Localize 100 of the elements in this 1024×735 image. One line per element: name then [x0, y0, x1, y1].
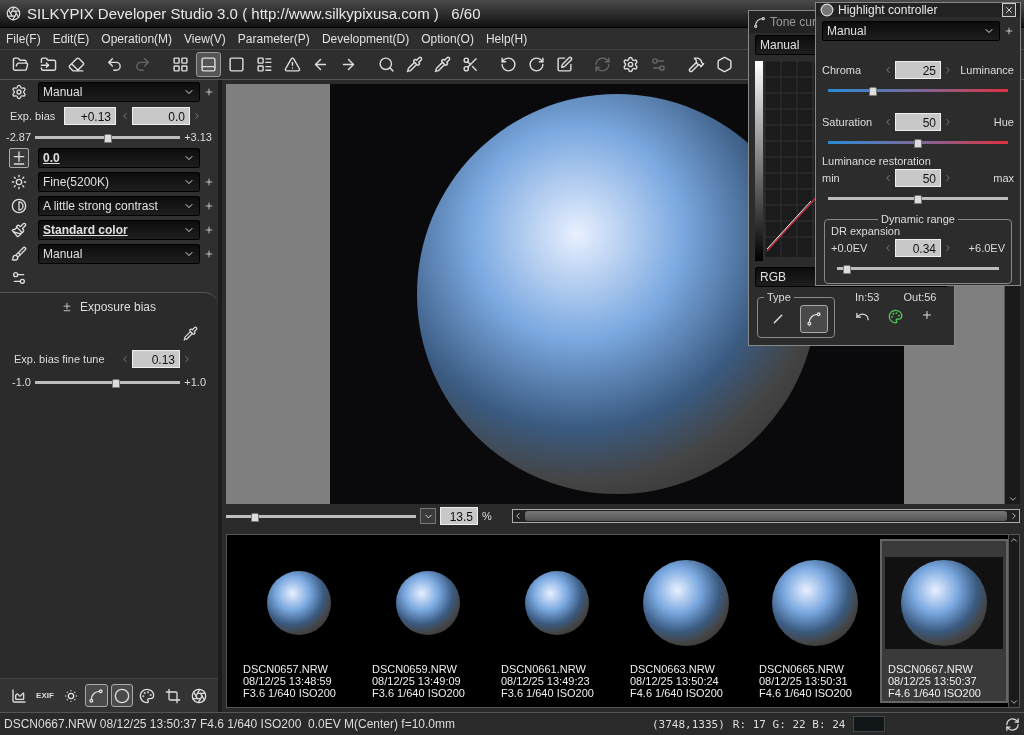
value-input[interactable]: 50: [895, 113, 941, 131]
refresh-icon[interactable]: [1005, 716, 1020, 732]
min-label: +0.0EV: [831, 242, 868, 254]
edit-icon: [556, 56, 573, 73]
plus-icon[interactable]: [204, 225, 214, 235]
left-chevron-icon[interactable]: [883, 173, 893, 183]
exposure-icon: [62, 300, 72, 314]
curve-button[interactable]: [800, 305, 828, 333]
dialog-title: Highlight controller: [838, 3, 938, 17]
plus-icon[interactable]: [204, 87, 214, 97]
exposure-text: F4.6 1/640 ISO200: [759, 687, 853, 699]
folder-icon: [12, 56, 29, 73]
plus-icon[interactable]: [204, 201, 214, 211]
fine-tune-input[interactable]: 0.13: [132, 350, 180, 368]
eyedropper-icon[interactable]: [183, 325, 198, 341]
scrollbar-thumb[interactable]: [524, 511, 1007, 521]
sphere-icon: [113, 687, 130, 704]
dialog-title: Tone cur: [770, 15, 817, 29]
setting-dropdown[interactable]: Manual: [38, 244, 200, 264]
file-name: DSCN0661.NRW: [501, 663, 587, 675]
curve-button[interactable]: [84, 684, 108, 707]
scissors-icon: [462, 56, 479, 73]
close-button[interactable]: [1002, 3, 1016, 17]
left-chevron-icon[interactable]: [883, 117, 893, 127]
redo-icon: [134, 56, 151, 73]
slider-handle[interactable]: [842, 264, 851, 274]
color-swatch: [853, 716, 886, 732]
menu-item[interactable]: Operation(M): [101, 31, 173, 46]
close-icon: [1004, 5, 1014, 15]
right-chevron-icon[interactable]: [182, 354, 192, 364]
undo-icon: [106, 56, 123, 73]
file-name: DSCN0667.NRW: [888, 663, 974, 675]
exposure-button[interactable]: [9, 148, 29, 168]
slider-handle[interactable]: [914, 194, 922, 204]
value-input[interactable]: 0.34: [895, 239, 941, 257]
step-input[interactable]: 0.0: [132, 107, 190, 125]
plus-icon[interactable]: [1004, 26, 1014, 36]
sphere-icon: [820, 3, 834, 17]
max-label: +1.0: [184, 376, 206, 388]
setting-dropdown[interactable]: A little strong contrast: [38, 196, 200, 216]
preset-dropdown[interactable]: Manual: [38, 82, 200, 102]
section-label: DR expansion: [831, 225, 901, 237]
menu-item[interactable]: Edit(E): [52, 31, 90, 46]
contrast-button[interactable]: [9, 196, 29, 216]
preset-dropdown[interactable]: Manual: [822, 21, 1000, 41]
left-chevron-icon[interactable]: [120, 354, 130, 364]
histogram-icon: [11, 687, 28, 704]
setting-dropdown[interactable]: Standard color: [38, 220, 200, 240]
slider-handle[interactable]: [250, 512, 259, 522]
zoom-input[interactable]: 13.5: [440, 507, 478, 525]
left-chevron-icon[interactable]: [883, 65, 893, 75]
brush-button[interactable]: [9, 244, 29, 264]
exposure-input[interactable]: +0.13: [64, 107, 116, 125]
sphere-button[interactable]: [110, 684, 134, 707]
exif-button[interactable]: EXIF: [33, 684, 57, 707]
scrollbar[interactable]: [511, 509, 1020, 523]
right-chevron-icon[interactable]: [943, 173, 953, 183]
plus-icon[interactable]: [204, 249, 214, 259]
exposure-text: F3.6 1/640 ISO200: [243, 687, 337, 699]
file-name: DSCN0663.NRW: [630, 663, 716, 675]
plus-icon[interactable]: [204, 177, 214, 187]
value-input[interactable]: 50: [895, 169, 941, 187]
curve-icon: [88, 687, 105, 704]
field-label: Exp. bias fine tune: [13, 353, 106, 365]
paintbrush-button[interactable]: [9, 220, 29, 240]
eraser-icon: [68, 56, 85, 73]
brightness-icon: [62, 687, 79, 704]
slider-handle[interactable]: [869, 86, 877, 96]
zoom-dropdown-button[interactable]: [420, 508, 436, 524]
sun-button[interactable]: [9, 172, 29, 192]
setting-dropdown[interactable]: 0.0: [38, 148, 200, 168]
date-text: 08/12/25 13:50:24: [630, 675, 720, 687]
menu-item[interactable]: Help(H): [485, 31, 528, 46]
slider-label: Hue: [992, 116, 1014, 128]
right-chevron-icon[interactable]: [943, 117, 953, 127]
menu-item[interactable]: Option(O): [421, 31, 474, 46]
output-value: Out:56: [903, 291, 937, 303]
scrollbar[interactable]: [1008, 535, 1019, 707]
crop-icon: [165, 687, 182, 704]
thumbnail[interactable]: DSCN0667.NRW 08/12/25 13:50:37 F4.6 1/640 ISO200: [880, 539, 1008, 703]
filmstrip-layout-button[interactable]: [196, 52, 221, 77]
hexagon-icon: [716, 56, 733, 73]
slider-handle[interactable]: [112, 378, 121, 388]
panel-tab[interactable]: Exposure bias: [79, 300, 156, 314]
menu-item[interactable]: Parameter(P): [237, 31, 310, 46]
right-chevron-icon[interactable]: [943, 65, 953, 75]
file-name: DSCN0665.NRW: [759, 663, 845, 675]
left-chevron-icon[interactable]: [883, 243, 893, 253]
value-input[interactable]: 25: [895, 61, 941, 79]
slider-handle[interactable]: [914, 138, 922, 148]
setting-dropdown[interactable]: Fine(5200K): [38, 172, 200, 192]
add-point-icon[interactable]: [921, 309, 933, 321]
slider-handle[interactable]: [103, 133, 112, 143]
palette-icon[interactable]: [888, 309, 903, 324]
menu-item[interactable]: View(V): [184, 31, 226, 46]
date-text: 08/12/25 13:48:59: [243, 675, 333, 687]
menu-item[interactable]: File(F): [6, 31, 41, 46]
slider-label: Saturation: [822, 116, 874, 128]
right-chevron-icon[interactable]: [943, 243, 953, 253]
menu-item[interactable]: Development(D): [321, 31, 410, 46]
